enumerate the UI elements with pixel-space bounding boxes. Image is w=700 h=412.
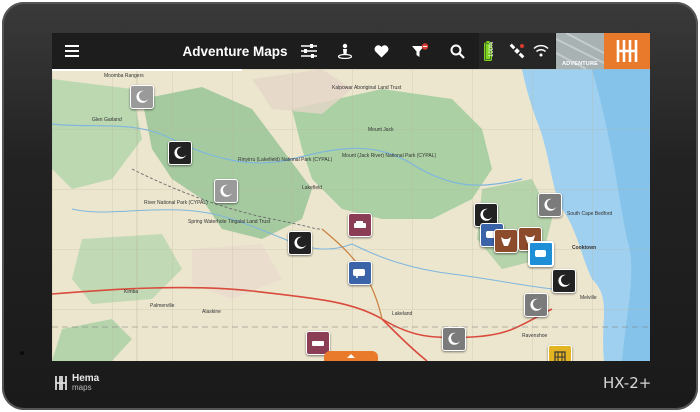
map-label: Moomba Rangers — [104, 73, 144, 79]
map-settings-button[interactable] — [296, 33, 322, 69]
wifi-icon — [533, 44, 549, 57]
hema-logo-icon — [55, 376, 67, 390]
sliders-icon — [301, 44, 317, 58]
filter-button[interactable] — [406, 33, 434, 69]
building-icon — [554, 351, 566, 361]
moon-icon — [294, 236, 306, 249]
hema-logo-icon — [616, 40, 638, 62]
campsite-marker[interactable] — [168, 141, 192, 165]
person-pin-icon — [337, 43, 353, 59]
campsite-marker[interactable] — [552, 269, 576, 293]
map-label: Cooktown — [572, 245, 597, 251]
map-mode-label: ADVENTURE — [561, 61, 599, 67]
chevron-up-icon — [347, 354, 355, 358]
car-icon — [312, 341, 324, 346]
camera-dot — [20, 351, 24, 355]
hema-home-button[interactable] — [604, 33, 650, 69]
map-label: South Cape Bedford — [567, 211, 613, 217]
map-label: Melville — [580, 295, 597, 301]
moon-icon — [174, 146, 186, 159]
favourites-button[interactable] — [368, 33, 394, 69]
search-icon — [450, 44, 465, 59]
moon-icon — [448, 332, 460, 345]
campsite-marker[interactable] — [288, 231, 312, 255]
moon-icon — [530, 298, 542, 311]
campsite-marker[interactable] — [524, 293, 548, 317]
heart-icon — [374, 44, 388, 57]
map-label: Lakefield — [302, 185, 323, 191]
device-brand: Hema maps — [54, 374, 99, 392]
map-mode-toggle[interactable]: ADVENTURE — [556, 33, 604, 69]
caravan-park-marker[interactable] — [348, 261, 372, 285]
satellite-icon — [509, 43, 525, 59]
screen: Moomba Rangers Glen Garland Kalpowar Abo… — [52, 33, 650, 361]
menu-icon — [65, 45, 79, 57]
map-label: Palmerville — [150, 303, 175, 309]
battery-percent: 100% — [489, 41, 495, 57]
campsite-marker[interactable] — [442, 327, 466, 351]
map-label: River National Park (CYPAL) — [144, 200, 208, 206]
accommodation-marker[interactable] — [548, 345, 572, 361]
map-label: Spring Waterhole Tingalai Land Trust — [188, 219, 271, 225]
brand-sub: maps — [72, 383, 92, 392]
device-model: HX-2+ — [603, 374, 652, 392]
caravan-icon — [353, 269, 365, 278]
selected-caravan-marker[interactable] — [528, 241, 554, 267]
filter-icon — [412, 43, 429, 57]
map-label: Kalpowar Aboriginal Land Trust — [332, 85, 402, 91]
moon-icon — [480, 208, 492, 221]
moon-icon — [136, 90, 148, 103]
location-button[interactable] — [332, 33, 358, 69]
campsite-marker[interactable] — [214, 179, 238, 203]
map-label: Lakeland — [392, 311, 413, 317]
app-title: Adventure Maps — [182, 43, 288, 59]
map-label: Glen Garland — [92, 117, 122, 123]
caravan-icon — [535, 250, 546, 257]
bottom-drawer-handle[interactable] — [324, 351, 378, 361]
cattle-icon — [501, 237, 511, 246]
map-loading-bar — [52, 69, 242, 71]
station-stay-marker[interactable] — [494, 229, 518, 253]
map-label: Alaskine — [202, 309, 221, 315]
map-label: Mount (Jack River) National Park (CYPAL) — [342, 153, 437, 159]
moon-icon — [558, 274, 570, 287]
map-label: Mount Jack — [368, 127, 394, 133]
moon-icon — [220, 184, 232, 197]
brand-name: Hema — [72, 373, 100, 384]
device-bezel: Moomba Rangers Glen Garland Kalpowar Abo… — [2, 2, 698, 410]
map-label: Rinyirru (Lakefield) National Park (CYPA… — [238, 157, 333, 163]
map-label: Ravenshoe — [522, 333, 548, 339]
status-tray: 100% — [479, 33, 555, 69]
car-icon — [354, 221, 366, 228]
map-label: Kimba — [124, 289, 139, 295]
search-button[interactable] — [444, 33, 470, 69]
menu-button[interactable] — [58, 33, 86, 69]
moon-icon — [544, 198, 556, 211]
campsite-marker[interactable] — [538, 193, 562, 217]
top-toolbar: Adventure Maps 100% ADVENTURE — [52, 33, 650, 69]
campsite-marker[interactable] — [130, 85, 154, 109]
4wd-marker[interactable] — [348, 213, 372, 237]
